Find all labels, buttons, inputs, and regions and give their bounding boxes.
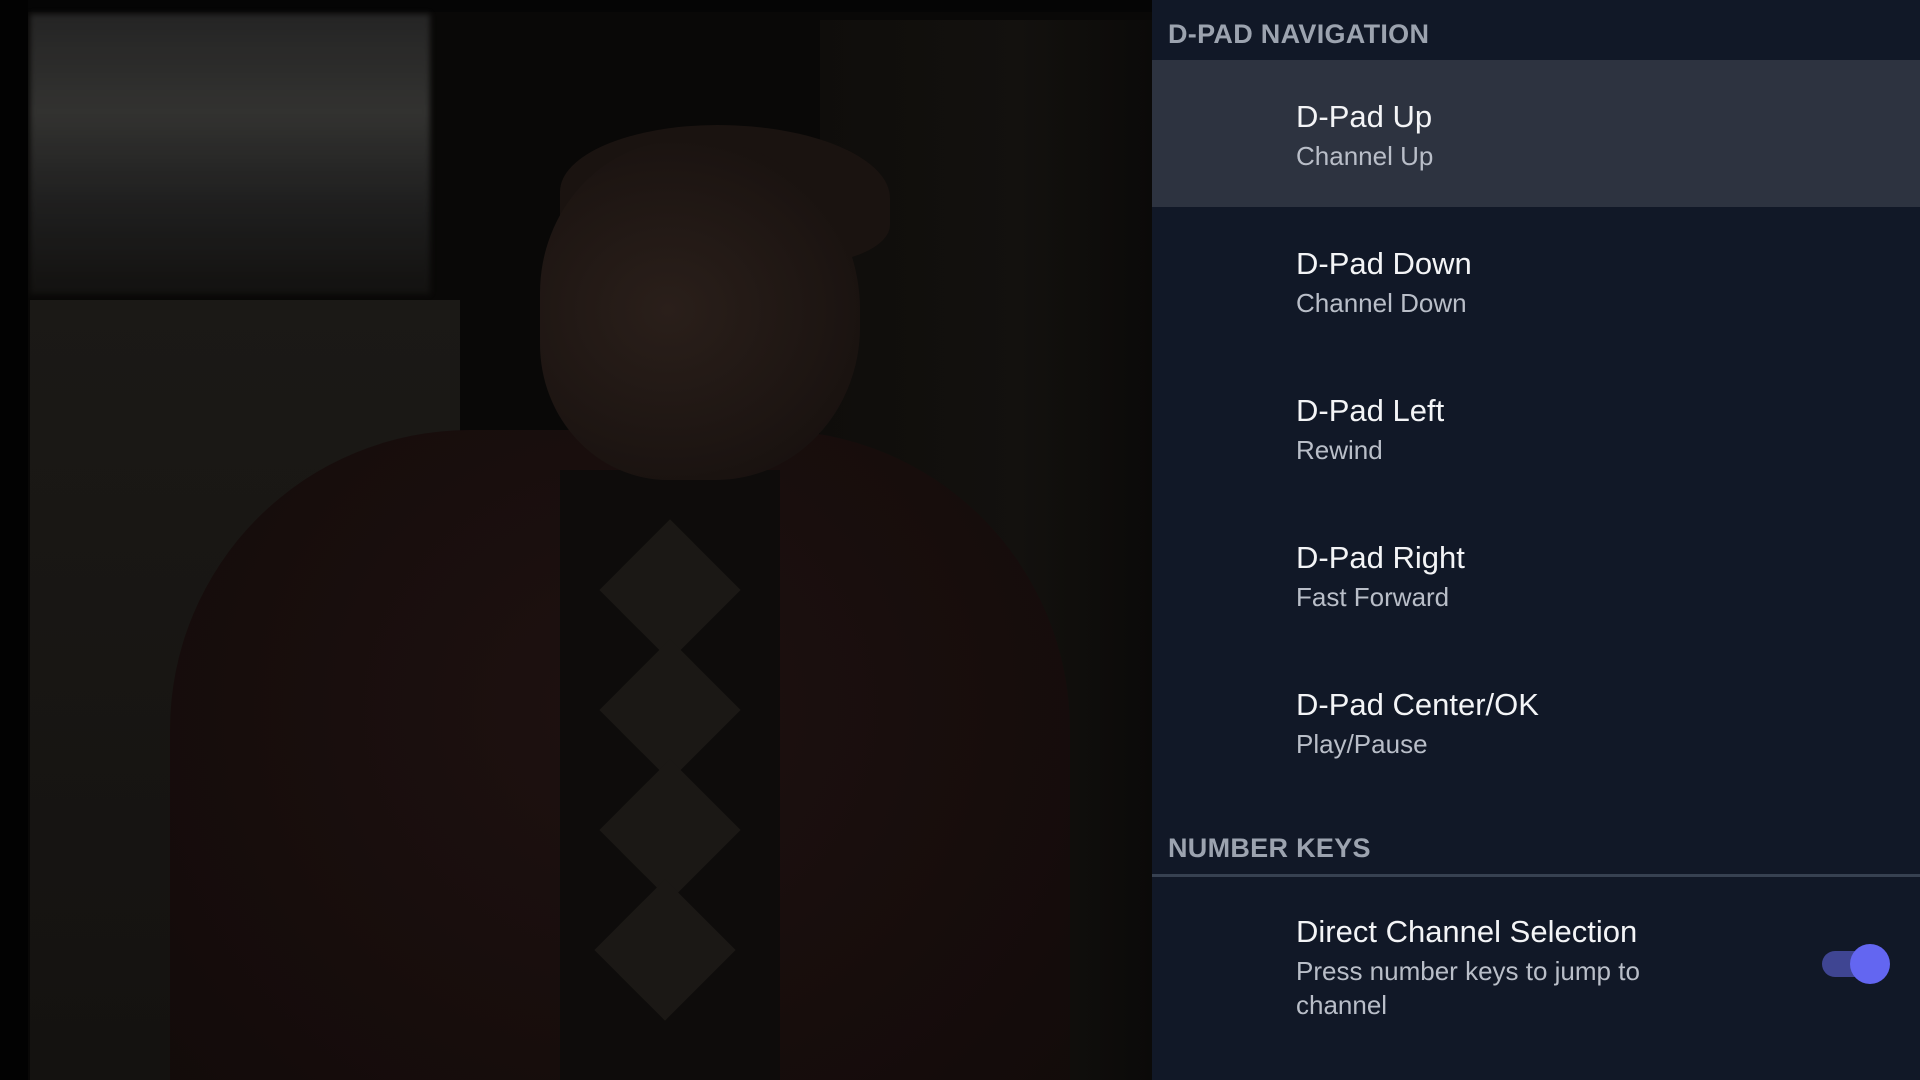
toggle-knob [1850,944,1890,984]
setting-title: D-Pad Right [1296,540,1465,575]
setting-title: D-Pad Up [1296,99,1433,134]
video-player-background [0,0,1152,1080]
setting-item-dpad-center[interactable]: D-Pad Center/OK Play/Pause [1152,648,1920,795]
setting-item-dpad-up[interactable]: D-Pad Up Channel Up [1152,60,1920,207]
setting-value: Rewind [1296,435,1383,465]
setting-item-dpad-left[interactable]: D-Pad Left Rewind [1152,354,1920,501]
setting-description: Press number keys to jump to channel [1296,956,1640,1020]
remote-settings-panel: D-PAD NAVIGATION D-Pad Up Channel Up D-P… [1152,0,1920,1080]
setting-item-dpad-right[interactable]: D-Pad Right Fast Forward [1152,501,1920,648]
setting-value: Channel Down [1296,288,1467,318]
direct-channel-toggle[interactable] [1822,944,1890,984]
setting-title: D-Pad Center/OK [1296,687,1539,722]
setting-title: Direct Channel Selection [1296,914,1638,949]
setting-value: Play/Pause [1296,729,1428,759]
setting-title: D-Pad Down [1296,246,1472,281]
video-window-scene [30,14,430,294]
video-letterbox-left [0,0,28,1080]
tv-screen: D-PAD NAVIGATION D-Pad Up Channel Up D-P… [0,0,1920,1080]
setting-value: Fast Forward [1296,582,1450,612]
section-header-number-keys: NUMBER KEYS [1152,795,1920,877]
video-letterbox-top [0,0,1152,12]
section-header-dpad-navigation: D-PAD NAVIGATION [1168,19,1430,49]
setting-item-direct-channel-selection[interactable]: Direct Channel Selection Press number ke… [1152,877,1920,1037]
video-person-head [540,140,860,480]
setting-title: D-Pad Left [1296,393,1445,428]
setting-value: Channel Up [1296,141,1434,171]
setting-item-dpad-down[interactable]: D-Pad Down Channel Down [1152,207,1920,354]
